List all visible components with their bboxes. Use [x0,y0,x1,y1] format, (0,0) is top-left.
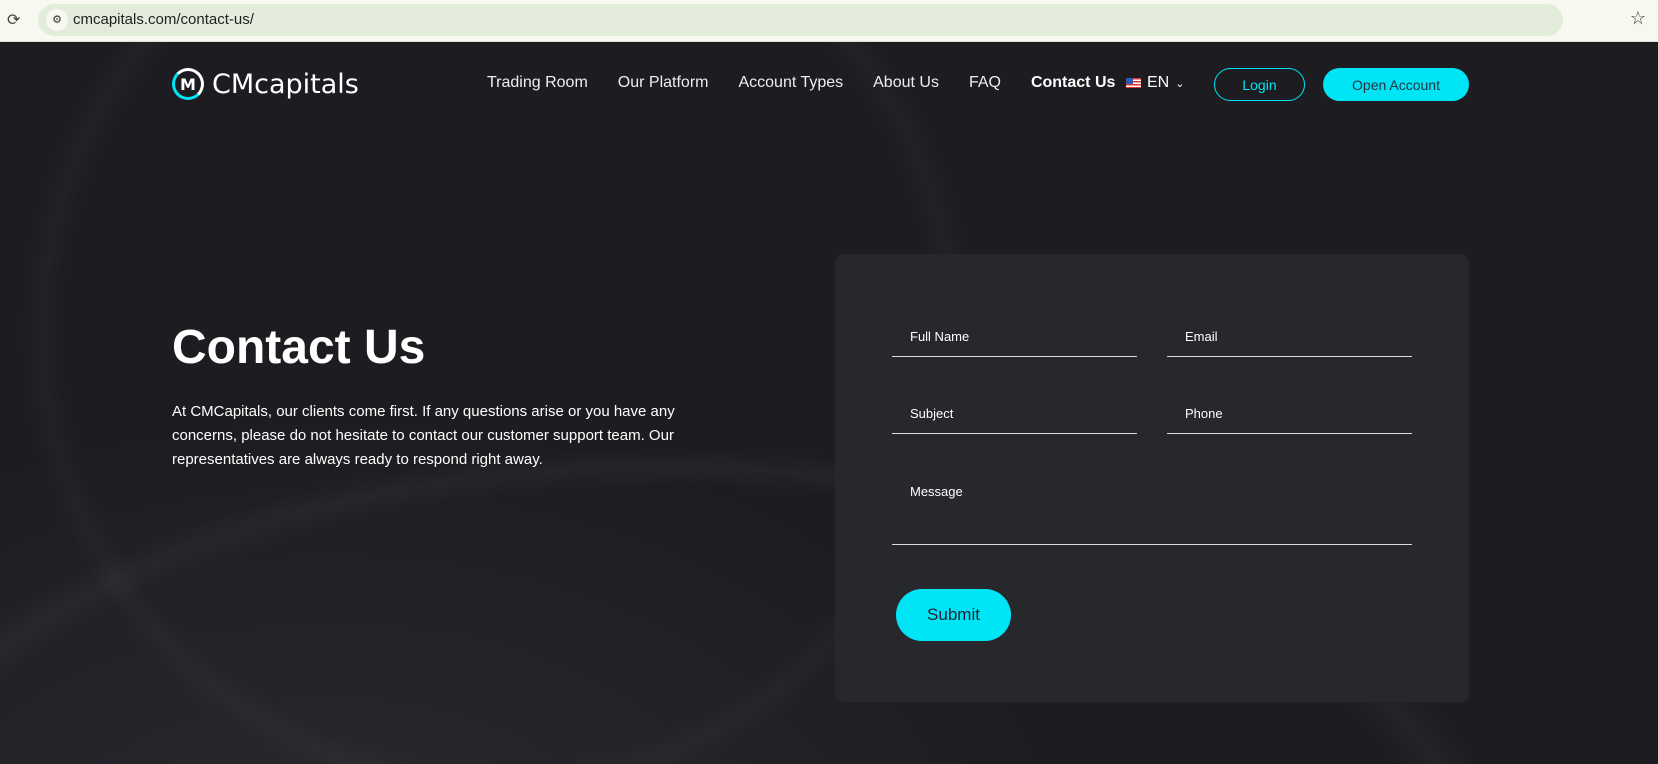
nav-account-types[interactable]: Account Types [738,74,843,92]
browser-toolbar: ⟳ ⚙ cmcapitals.com/contact-us/ ☆ [0,0,1658,42]
phone-input[interactable]: Phone [1167,406,1412,434]
us-flag-icon [1126,78,1141,88]
intro-text: At CMCapitals, our clients come first. I… [172,403,675,468]
language-label: EN [1147,74,1170,91]
nav-faq[interactable]: FAQ [969,74,1001,92]
nav-trading-room[interactable]: Trading Room [487,74,588,92]
open-account-button[interactable]: Open Account [1323,68,1469,101]
full-name-input[interactable]: Full Name [892,329,1137,357]
bookmark-star-icon[interactable]: ☆ [1630,8,1646,29]
submit-button[interactable]: Submit [896,589,1011,641]
contact-form: Full Name Email Subject Phone Message Su… [835,254,1469,702]
logo-icon: M [172,68,204,100]
reload-icon[interactable]: ⟳ [7,10,20,30]
subject-input[interactable]: Subject [892,406,1137,434]
email-input[interactable]: Email [1167,329,1412,357]
nav-contact-us[interactable]: Contact Us [1031,74,1115,92]
site-info-icon[interactable]: ⚙ [46,9,68,31]
logo[interactable]: M CMcapitals [172,68,359,100]
address-bar[interactable] [38,4,1563,36]
language-selector[interactable]: EN ⌄ [1126,74,1184,92]
login-button[interactable]: Login [1214,68,1305,101]
page: M CMcapitals Trading Room Our Platform Ac… [0,42,1658,764]
nav-our-platform[interactable]: Our Platform [618,74,709,92]
main-nav: Trading Room Our Platform Account Types … [487,74,1115,92]
url-text[interactable]: cmcapitals.com/contact-us/ [73,11,254,28]
nav-about-us[interactable]: About Us [873,74,939,92]
message-textarea[interactable]: Message [892,484,1412,545]
chevron-down-icon: ⌄ [1175,77,1185,90]
page-title: Contact Us [172,321,426,374]
logo-text: CMcapitals [212,68,359,100]
